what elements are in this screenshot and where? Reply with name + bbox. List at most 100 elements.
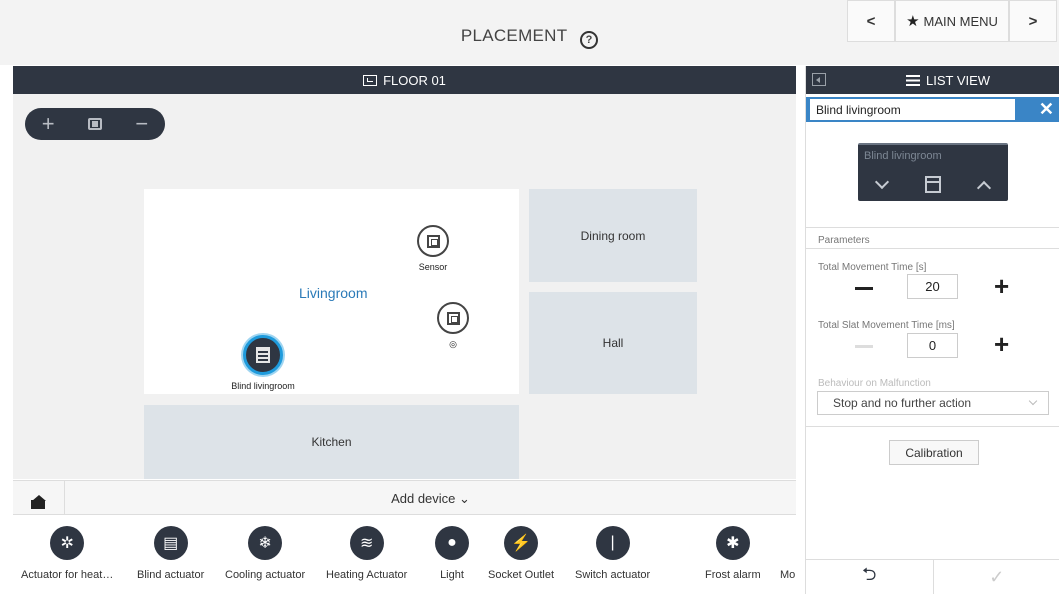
confirm-button[interactable]: ✓ <box>934 560 1059 594</box>
device-option-frost-alarm[interactable]: ✱ Frost alarm <box>705 526 761 581</box>
floor-plan[interactable]: + − Livingroom Dining room Hall Kitchen … <box>13 94 796 479</box>
device-option-light[interactable]: ● Light <box>435 526 469 581</box>
device-option-label: Actuator for heat… <box>21 569 114 581</box>
help-icon[interactable]: ? <box>580 31 599 49</box>
slat-time-decrease[interactable] <box>855 345 873 348</box>
back-arrow-icon: ⮌ <box>862 564 877 584</box>
previous-button[interactable]: < <box>847 0 895 42</box>
calibration-button[interactable]: Calibration <box>889 440 979 465</box>
chevron-left-icon: < <box>866 12 876 30</box>
device-option-label: Mo <box>780 569 796 581</box>
room-kitchen-label: Kitchen <box>311 435 352 449</box>
back-button[interactable]: ⮌ <box>806 560 934 594</box>
device-option-label: Socket Outlet <box>488 569 555 581</box>
add-device-button[interactable]: Add device ⌄ <box>65 491 796 507</box>
bulb-icon: ● <box>435 526 469 560</box>
frost-icon: ✱ <box>715 526 750 560</box>
device-sensor-2[interactable]: ◎ <box>433 302 473 350</box>
main-menu-label: MAIN MENU <box>923 13 998 29</box>
home-button[interactable] <box>13 481 65 515</box>
device-name-bar: ✕ <box>806 97 1059 122</box>
movement-time-increase[interactable]: + <box>994 273 1009 299</box>
collapse-panel-icon[interactable] <box>812 73 826 86</box>
divider <box>806 227 1059 228</box>
floor-header[interactable]: FLOOR 01 <box>13 66 796 94</box>
device-option-label: Heating Actuator <box>326 569 408 581</box>
zoom-out-button[interactable]: − <box>135 111 148 137</box>
snowflake-icon: ❄ <box>248 526 283 560</box>
device-option-switch-actuator[interactable]: | Switch actuator <box>575 526 650 581</box>
device-blind-livingroom[interactable]: Blind livingroom <box>223 335 303 391</box>
sensor-icon <box>417 225 449 257</box>
chevron-down-icon <box>1028 396 1038 406</box>
room-kitchen[interactable]: Kitchen <box>144 405 519 479</box>
panel-header: LIST VIEW <box>806 66 1059 94</box>
heat-waves-icon: ≋ <box>349 526 384 560</box>
device-option-actuator-for-heating[interactable]: ✲ Actuator for heat… <box>21 526 113 581</box>
device-option-label: Light <box>440 569 464 581</box>
slat-time-label: Total Slat Movement Time [ms] <box>818 320 955 331</box>
malfunction-label: Behaviour on Malfunction <box>818 378 931 389</box>
device-sensor[interactable]: Sensor <box>413 225 453 272</box>
device-sensor-label: Sensor <box>418 262 448 272</box>
actuator-heating-icon: ✲ <box>50 526 85 560</box>
properties-panel: LIST VIEW ✕ Blind livingroom Parameters … <box>805 66 1059 594</box>
movement-time-label: Total Movement Time [s] <box>818 262 927 273</box>
blind-icon: ▤ <box>153 526 188 560</box>
blind-icon <box>243 335 283 375</box>
device-sensor-2-label: ◎ <box>449 339 457 349</box>
malfunction-select[interactable]: Stop and no further action <box>817 391 1049 415</box>
slat-time-increase[interactable]: + <box>994 331 1009 357</box>
device-option-blind-actuator[interactable]: ▤ Blind actuator <box>137 526 204 581</box>
blind-control-tile: Blind livingroom <box>858 143 1008 201</box>
device-option-label: Blind actuator <box>137 569 205 581</box>
device-option-more[interactable]: Mo <box>780 569 795 581</box>
divider <box>806 426 1059 427</box>
blind-stop-icon[interactable] <box>925 176 941 193</box>
main-menu-button[interactable]: ★ MAIN MENU <box>895 0 1009 42</box>
list-icon <box>906 75 920 86</box>
device-name-input[interactable] <box>810 99 1015 120</box>
room-hall-label: Hall <box>602 336 624 350</box>
device-option-cooling-actuator[interactable]: ❄ Cooling actuator <box>225 526 305 581</box>
fit-to-screen-icon[interactable] <box>87 118 102 130</box>
panel-footer: ⮌ ✓ <box>806 559 1059 594</box>
device-option-label: Frost alarm <box>705 569 761 581</box>
chevron-right-icon: > <box>1028 12 1038 30</box>
list-view-label: LIST VIEW <box>926 73 991 88</box>
star-icon: ★ <box>906 13 920 30</box>
device-option-heating-actuator[interactable]: ≋ Heating Actuator <box>326 526 407 581</box>
parameters-heading: Parameters <box>818 235 870 246</box>
zoom-in-button[interactable]: + <box>42 111 55 137</box>
chevron-up-icon[interactable] <box>976 180 992 195</box>
nav-buttons: < ★ MAIN MENU > <box>847 0 1057 42</box>
device-option-label: Switch actuator <box>575 569 651 581</box>
socket-icon: ⚡ <box>504 526 539 560</box>
checkmark-icon: ✓ <box>989 566 1005 587</box>
divider <box>806 248 1059 249</box>
chevron-down-icon[interactable] <box>874 174 890 189</box>
device-option-socket-outlet[interactable]: ⚡ Socket Outlet <box>488 526 554 581</box>
slat-time-input[interactable]: 0 <box>907 333 958 358</box>
floor-title: FLOOR 01 <box>383 72 446 88</box>
list-view-button[interactable]: LIST VIEW <box>906 73 990 88</box>
top-bar: PLACEMENT ? < ★ MAIN MENU > <box>0 0 1059 65</box>
floor-plan-icon <box>363 74 378 86</box>
device-blind-label: Blind livingroom <box>231 381 295 391</box>
sensor-icon <box>437 302 469 334</box>
movement-time-decrease[interactable] <box>855 287 873 290</box>
movement-time-input[interactable]: 20 <box>907 274 958 299</box>
tile-name: Blind livingroom <box>864 150 942 162</box>
device-option-label: Cooling actuator <box>225 569 306 581</box>
room-livingroom-label: Livingroom <box>299 285 368 301</box>
close-icon[interactable]: ✕ <box>1039 99 1054 120</box>
room-hall[interactable]: Hall <box>529 292 697 394</box>
zoom-controls: + − <box>25 108 165 140</box>
add-device-bar: Add device ⌄ <box>13 480 796 515</box>
page-title-text: PLACEMENT <box>460 26 568 45</box>
room-dining-room[interactable]: Dining room <box>529 189 697 282</box>
next-button[interactable]: > <box>1009 0 1057 42</box>
device-strip: ✲ Actuator for heat… ▤ Blind actuator ❄ … <box>13 516 796 594</box>
room-dining-label: Dining room <box>580 228 646 243</box>
malfunction-value: Stop and no further action <box>833 396 972 410</box>
